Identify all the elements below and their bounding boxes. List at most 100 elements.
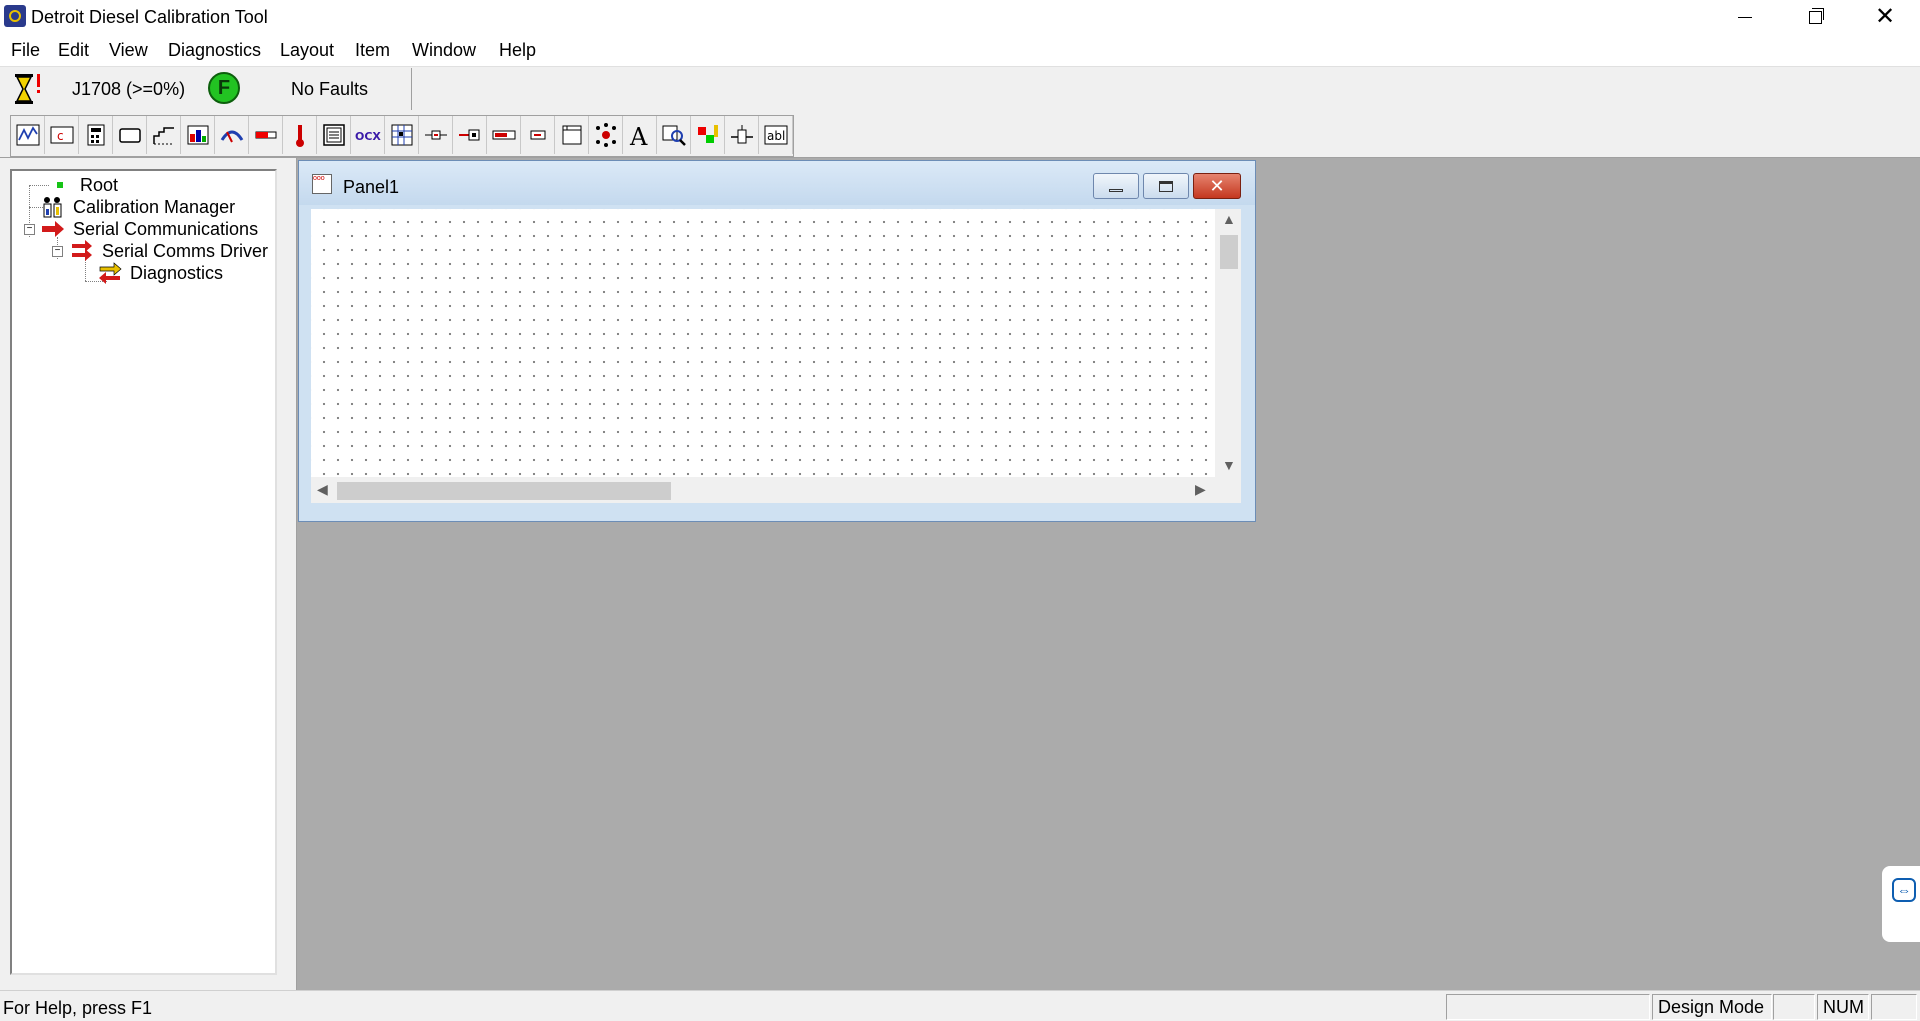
- menu-layout[interactable]: Layout: [280, 40, 334, 61]
- edit-box-button[interactable]: abl: [759, 116, 793, 154]
- app-icon[interactable]: [4, 5, 26, 27]
- slider-box-button[interactable]: [453, 116, 487, 154]
- valve-icon: [730, 125, 753, 144]
- panel-document-icon: ooo: [312, 174, 332, 194]
- bar-gauge-icon: [255, 131, 276, 139]
- close-button[interactable]: ✕: [1850, 0, 1920, 34]
- panel-minimize-button[interactable]: [1093, 173, 1139, 199]
- diagnostics-arrows-icon: [98, 261, 122, 285]
- edit-box-icon: abl: [764, 125, 787, 145]
- panel-title-bar[interactable]: ooo Panel1 ✕: [299, 161, 1255, 205]
- ocx-icon: OCX: [355, 130, 381, 143]
- text-icon: A: [629, 123, 648, 148]
- pane-splitter[interactable]: [280, 158, 297, 990]
- tree-node-root[interactable]: Root: [48, 173, 118, 197]
- tree-pane[interactable]: Root Calibration Manager − Serial Commun…: [10, 169, 277, 975]
- slider-small-icon: [530, 130, 545, 140]
- zoom-icon: [662, 125, 686, 146]
- ocx-button[interactable]: OCX: [351, 116, 385, 154]
- panel-window[interactable]: ooo Panel1 ✕ ▲ ▼ ◀ ▶: [298, 160, 1256, 522]
- collapse-serial-comms-driver-toggle[interactable]: −: [52, 246, 63, 257]
- calculator-button[interactable]: [79, 116, 113, 154]
- clock-icon: c: [50, 126, 73, 144]
- vertical-scroll-thumb[interactable]: [1220, 235, 1238, 269]
- faults-status: No Faults: [291, 79, 369, 99]
- restore-button[interactable]: [1780, 0, 1850, 34]
- menu-help[interactable]: Help: [499, 40, 536, 61]
- svg-text:OCX: OCX: [355, 130, 381, 143]
- chart-button[interactable]: [181, 116, 215, 154]
- tree-node-label: Serial Comms Driver: [102, 240, 269, 261]
- tree-node-diagnostics[interactable]: Diagnostics: [98, 261, 223, 285]
- meter-button[interactable]: [215, 116, 249, 154]
- led-button[interactable]: [691, 116, 725, 154]
- calculator-icon: [87, 124, 104, 146]
- line-graph-icon: [16, 124, 39, 146]
- thermometer-button[interactable]: [283, 116, 317, 154]
- menu-item[interactable]: Item: [355, 40, 390, 61]
- list-box-button[interactable]: [317, 116, 351, 154]
- slider-h-button[interactable]: [419, 116, 453, 154]
- led-icon: [697, 125, 718, 143]
- horizontal-scrollbar[interactable]: ◀ ▶: [311, 477, 1215, 503]
- collapse-serial-communications-toggle[interactable]: −: [24, 224, 35, 235]
- zoom-button[interactable]: [657, 116, 691, 154]
- slider-small-button[interactable]: [521, 116, 555, 154]
- red-arrow-icon: [41, 217, 65, 241]
- menu-edit[interactable]: Edit: [58, 40, 89, 61]
- scroll-left-icon[interactable]: ◀: [317, 481, 328, 498]
- hourglass-icon[interactable]: [13, 72, 41, 106]
- protocol-status: J1708 (>=0%): [72, 79, 186, 99]
- fault-indicator-icon[interactable]: F: [208, 72, 240, 104]
- restore-icon: [1808, 7, 1824, 24]
- clock-button[interactable]: c: [45, 116, 79, 154]
- indicator-lights-icon: [595, 123, 616, 147]
- line-graph-button[interactable]: [11, 116, 45, 154]
- svg-text:A: A: [629, 123, 648, 148]
- rectangle-button[interactable]: [113, 116, 147, 154]
- meter-icon: [220, 130, 243, 143]
- scroll-down-icon[interactable]: ▼: [1222, 457, 1236, 473]
- slider-box-icon: [458, 129, 479, 141]
- menu-bar: File Edit View Diagnostics Layout Item W…: [0, 34, 1920, 67]
- scroll-up-icon[interactable]: ▲: [1222, 211, 1236, 227]
- panel-button[interactable]: [555, 116, 589, 154]
- slider-bar-icon: [492, 130, 515, 140]
- calibration-manager-icon: [41, 195, 65, 219]
- indicator-lights-button[interactable]: [589, 116, 623, 154]
- maximize-icon: [1159, 180, 1173, 192]
- tree-connector: [29, 185, 49, 186]
- valve-button[interactable]: [725, 116, 759, 154]
- root-icon: [48, 173, 72, 197]
- tree-node-calibration-manager[interactable]: Calibration Manager: [41, 195, 235, 219]
- design-canvas[interactable]: [311, 209, 1215, 477]
- menu-window[interactable]: Window: [412, 40, 476, 61]
- table-button[interactable]: [147, 116, 181, 154]
- connection-strip: [0, 67, 1920, 111]
- slider-bar-button[interactable]: [487, 116, 521, 154]
- chart-icon: [187, 125, 208, 145]
- tree-node-label: Serial Communications: [73, 218, 259, 239]
- panel-close-button[interactable]: ✕: [1193, 173, 1241, 199]
- minimize-button[interactable]: [1710, 0, 1780, 34]
- tree-node-label: Calibration Manager: [73, 196, 236, 217]
- tree-node-serial-communications[interactable]: Serial Communications: [41, 217, 258, 241]
- window-title: Detroit Diesel Calibration Tool: [31, 7, 268, 27]
- panel-icon: [562, 125, 581, 145]
- horizontal-scroll-thumb[interactable]: [337, 482, 671, 500]
- tree-node-serial-comms-driver[interactable]: Serial Comms Driver: [70, 239, 268, 263]
- menu-view[interactable]: View: [109, 40, 148, 61]
- svg-text:abl: abl: [767, 129, 785, 143]
- menu-diagnostics[interactable]: Diagnostics: [168, 40, 261, 61]
- vertical-scrollbar[interactable]: ▲ ▼: [1215, 209, 1241, 477]
- text-button[interactable]: A: [623, 116, 657, 154]
- num-lock-indicator: NUM: [1817, 994, 1869, 1020]
- panel-maximize-button[interactable]: [1143, 173, 1189, 199]
- remote-support-widget[interactable]: ⇔: [1882, 866, 1920, 942]
- scroll-right-icon[interactable]: ▶: [1195, 481, 1206, 498]
- menu-file[interactable]: File: [11, 40, 40, 61]
- bar-gauge-button[interactable]: [249, 116, 283, 154]
- strip-divider: [411, 68, 412, 110]
- resize-grip[interactable]: [1215, 477, 1241, 503]
- grid-control-button[interactable]: [385, 116, 419, 154]
